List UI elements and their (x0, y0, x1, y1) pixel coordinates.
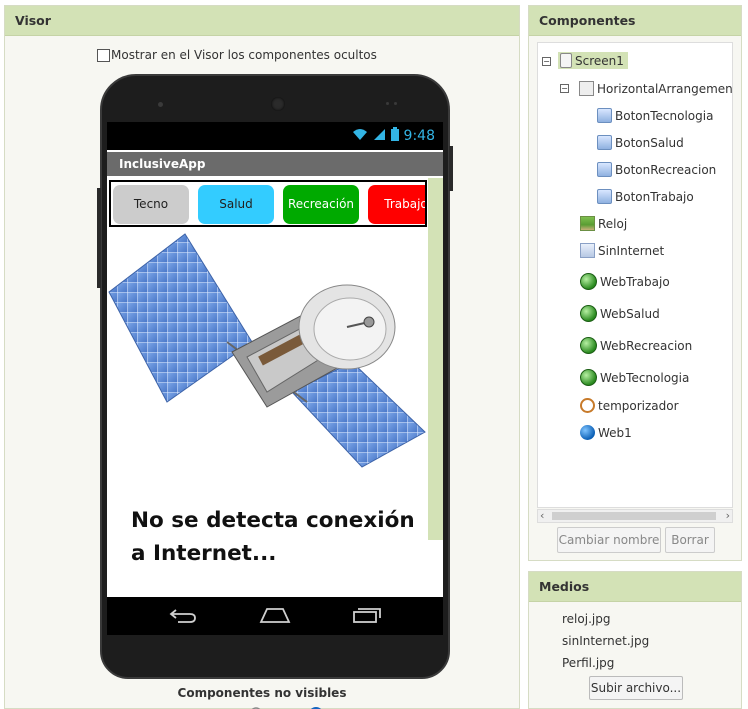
battery-icon (390, 127, 399, 145)
home-icon[interactable] (259, 607, 291, 626)
navigation-bar (107, 597, 443, 635)
phone-speaker-dot (386, 102, 389, 105)
no-connection-message: No se detecta conexión a Internet... (131, 508, 415, 566)
tree-item-temporizador[interactable]: temporizador (580, 398, 679, 413)
show-hidden-checkbox[interactable] (97, 48, 110, 62)
wifi-icon (352, 128, 368, 145)
recents-icon[interactable] (352, 607, 382, 626)
tree-item-botontrabajo[interactable]: BotonTrabajo (597, 189, 694, 204)
delete-button[interactable]: Borrar (665, 527, 715, 553)
phone-mockup: 9:48 InclusiveApp Tecno Salud Recreación… (97, 74, 453, 679)
web-icon (308, 704, 322, 709)
phone-screen: 9:48 InclusiveApp Tecno Salud Recreación… (107, 122, 443, 597)
scroll-right-icon[interactable]: › (726, 509, 730, 522)
media-title: Medios (529, 572, 741, 602)
rename-button[interactable]: Cambiar nombre (557, 527, 661, 553)
components-title: Componentes (529, 6, 741, 36)
phone-speaker-dot (394, 102, 397, 105)
phone-volume-button (449, 146, 453, 191)
screen-content: Tecno Salud Recreación Trabajo No se det… (107, 178, 443, 597)
clock-icon (580, 398, 595, 413)
scrollbar-thumb[interactable] (552, 512, 716, 520)
button-icon (597, 189, 612, 204)
phone-sensor-icon (158, 102, 163, 107)
label-icon (580, 243, 595, 258)
show-hidden-label: Mostrar en el Visor los componentes ocul… (111, 48, 377, 62)
phone-side-button (97, 188, 101, 288)
image-icon (580, 216, 595, 231)
back-icon[interactable] (168, 607, 198, 626)
tree-horizontal-scrollbar[interactable]: ‹ › (537, 509, 733, 523)
tree-item-webtecnologia[interactable]: WebTecnologia (580, 369, 689, 386)
webviewer-icon (580, 369, 597, 386)
button-icon (597, 135, 612, 150)
tree-item-web1[interactable]: Web1 (580, 425, 632, 440)
scroll-left-icon[interactable]: ‹ (540, 509, 544, 522)
tree-item-botonrecreacion[interactable]: BotonRecreacion (597, 162, 716, 177)
horizontal-arrangement-icon (579, 81, 594, 96)
tree-item-botontecnologia[interactable]: BotonTecnologia (597, 108, 713, 123)
status-bar: 9:48 (107, 122, 443, 150)
screen-icon (560, 53, 572, 68)
media-panel: Medios reloj.jpg sinInternet.jpg Perfil.… (528, 571, 742, 709)
webviewer-icon (580, 337, 597, 354)
tree-item-sininternet[interactable]: SinInternet (580, 243, 664, 258)
app-title: InclusiveApp (107, 152, 443, 176)
tree-item-screen1[interactable]: Screen1 (558, 52, 628, 69)
viewer-title: Visor (5, 6, 519, 36)
status-time: 9:48 (403, 128, 435, 144)
media-file-perfil[interactable]: Perfil.jpg (562, 656, 614, 670)
web-icon (580, 425, 595, 440)
webviewer-icon (580, 273, 597, 290)
tree-item-webrecreacion[interactable]: WebRecreacion (580, 337, 692, 354)
component-tree: − Screen1 − HorizontalArrangement1 Boton… (537, 42, 733, 508)
viewer-panel: Visor Mostrar en el Visor los componente… (4, 5, 520, 709)
signal-icon (373, 128, 386, 145)
media-file-reloj[interactable]: reloj.jpg (562, 612, 610, 626)
tree-item-reloj[interactable]: Reloj (580, 216, 627, 231)
button-trabajo[interactable]: Trabajo (368, 185, 425, 224)
button-tecno[interactable]: Tecno (113, 185, 189, 224)
satellite-image (108, 233, 426, 468)
clock-icon (249, 704, 263, 709)
tree-item-webtrabajo[interactable]: WebTrabajo (580, 273, 670, 290)
horizontal-arrangement: Tecno Salud Recreación Trabajo (109, 180, 427, 227)
phone-camera-icon (271, 97, 285, 111)
tree-item-botonsalud[interactable]: BotonSalud (597, 135, 684, 150)
button-icon (597, 108, 612, 123)
upload-file-button[interactable]: Subir archivo... (589, 676, 683, 700)
components-panel: Componentes − Screen1 − HorizontalArrang… (528, 5, 742, 561)
tree-item-horizontalarrangement1[interactable]: HorizontalArrangement1 (579, 81, 732, 96)
button-icon (597, 162, 612, 177)
button-salud[interactable]: Salud (198, 185, 274, 224)
button-recreacion[interactable]: Recreación (283, 185, 359, 224)
collapse-arrangement-toggle[interactable]: − (560, 84, 569, 93)
nonvisible-components-title: Componentes no visibles (177, 686, 347, 700)
tree-item-websalud[interactable]: WebSalud (580, 305, 660, 322)
webviewer-icon (580, 305, 597, 322)
collapse-screen1-toggle[interactable]: − (542, 57, 551, 66)
screen-scroll-strip (428, 178, 443, 540)
media-file-sininternet[interactable]: sinInternet.jpg (562, 634, 649, 648)
show-hidden-components-toggle[interactable]: Mostrar en el Visor los componentes ocul… (97, 48, 377, 62)
